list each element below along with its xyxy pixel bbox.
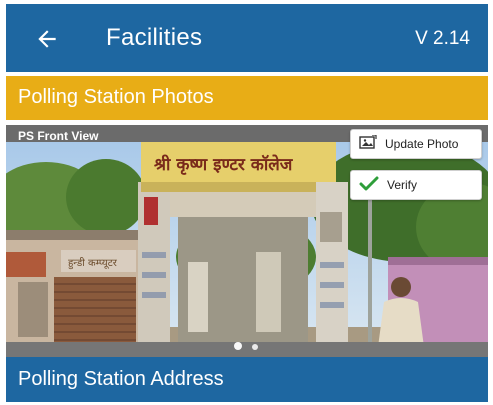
carousel-indicator bbox=[234, 337, 268, 355]
gate-sign-text: श्री कृष्ण इण्टर कॉलेज bbox=[153, 154, 294, 175]
verify-button[interactable]: Verify bbox=[350, 170, 482, 200]
section-title: Polling Station Photos bbox=[18, 86, 214, 108]
polling-station-photos-header[interactable]: Polling Station Photos bbox=[6, 76, 488, 120]
check-icon bbox=[359, 176, 379, 191]
carousel-dot-active[interactable] bbox=[234, 342, 242, 350]
polling-station-address-header[interactable]: Polling Station Address bbox=[6, 357, 488, 402]
update-photo-button[interactable]: Update Photo bbox=[350, 129, 482, 159]
arrow-left-icon[interactable] bbox=[34, 26, 60, 52]
update-photo-label: Update Photo bbox=[385, 137, 459, 151]
screen: Facilities V 2.14 Polling Station Photos… bbox=[6, 4, 488, 402]
page-title: Facilities bbox=[106, 24, 203, 51]
image-icon bbox=[359, 135, 377, 149]
section-title: Polling Station Address bbox=[18, 368, 224, 390]
carousel-dot[interactable] bbox=[252, 344, 258, 350]
photo-carousel[interactable]: PS Front View हुन्डी कम्प्यूटर श्री कृष्… bbox=[6, 125, 488, 357]
version-label: V 2.14 bbox=[415, 28, 470, 49]
photo-caption: PS Front View bbox=[18, 129, 99, 143]
app-bar: Facilities V 2.14 bbox=[6, 4, 488, 72]
verify-label: Verify bbox=[387, 178, 418, 192]
svg-text:हुन्डी कम्प्यूटर: हुन्डी कम्प्यूटर bbox=[68, 257, 118, 270]
